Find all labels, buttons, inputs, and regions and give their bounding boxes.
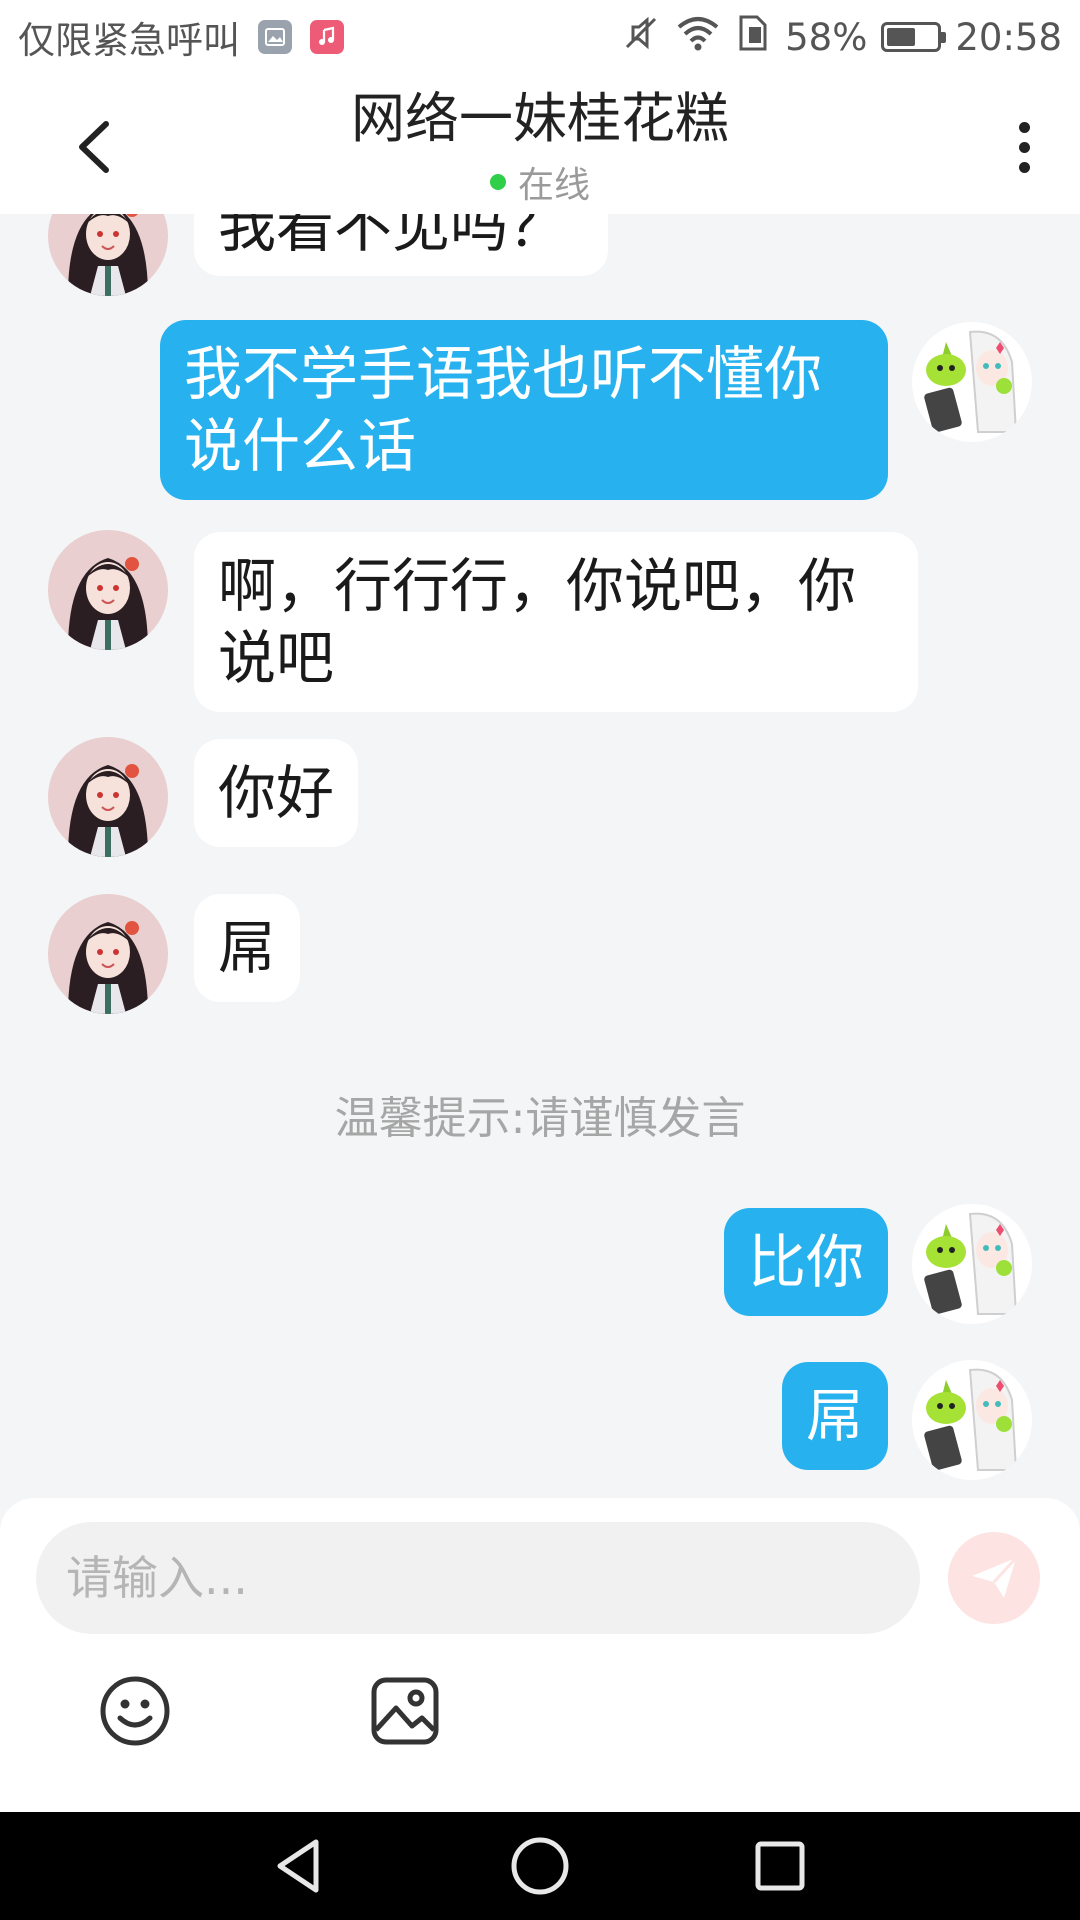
message-bubble-incoming[interactable]: 我看不见吗？	[194, 214, 608, 276]
message-text: 屌	[805, 1382, 864, 1450]
dot-icon	[1018, 141, 1030, 153]
message-text: 我看不见吗？	[218, 214, 567, 260]
nav-home-button[interactable]	[508, 1834, 572, 1898]
back-triangle-icon	[277, 1839, 319, 1893]
contact-avatar[interactable]	[48, 530, 168, 650]
home-circle-icon	[511, 1837, 569, 1895]
image-icon	[371, 1677, 439, 1745]
chat-header: 网络一妹桂花糕 在线	[0, 74, 1080, 214]
my-avatar[interactable]	[912, 1204, 1032, 1324]
contact-avatar[interactable]	[48, 894, 168, 1014]
message-bubble-incoming[interactable]: 屌	[194, 894, 301, 1002]
contact-avatar[interactable]	[48, 737, 168, 857]
message-text: 屌	[218, 914, 277, 982]
music-icon	[310, 20, 344, 54]
wifi-icon	[675, 13, 721, 62]
message-text: 我不学手语我也听不懂你说什么话	[184, 340, 823, 480]
battery-icon	[881, 22, 947, 52]
contact-name: 网络一妹桂花糕	[351, 87, 729, 150]
recents-square-icon	[755, 1841, 805, 1891]
send-button[interactable]	[948, 1532, 1040, 1624]
nav-back-button[interactable]	[268, 1834, 332, 1898]
nav-recents-button[interactable]	[748, 1834, 812, 1898]
message-bubble-outgoing[interactable]: 比你	[723, 1208, 888, 1316]
send-icon	[972, 1556, 1018, 1598]
message-input[interactable]	[36, 1522, 920, 1634]
emoji-icon	[100, 1676, 170, 1746]
dot-icon	[1018, 121, 1030, 133]
battery-percent: 58%	[785, 15, 868, 59]
online-status: 在线	[489, 156, 590, 208]
my-avatar[interactable]	[912, 1360, 1032, 1480]
message-bubble-outgoing[interactable]: 我不学手语我也听不懂你说什么话	[160, 320, 888, 500]
contact-avatar[interactable]	[48, 214, 168, 296]
message-bubble-outgoing[interactable]: 屌	[781, 1362, 888, 1470]
system-navigation-bar	[0, 1812, 1080, 1920]
sim-icon	[735, 13, 771, 62]
gallery-icon	[258, 20, 292, 54]
online-status-text: 在线	[517, 165, 590, 206]
safety-tip: 温馨提示:请谨慎发言	[334, 1093, 746, 1144]
message-bubble-incoming[interactable]: 啊，行行行，你说吧，你说吧	[194, 532, 918, 712]
message-text: 你好	[218, 759, 335, 827]
mute-icon	[621, 13, 661, 62]
message-text: 啊，行行行，你说吧，你说吧	[218, 552, 857, 692]
my-avatar[interactable]	[912, 322, 1032, 442]
carrier-text: 仅限紧急呼叫	[18, 19, 240, 62]
clock: 20:58	[955, 15, 1062, 59]
composer	[0, 1498, 1080, 1812]
message-text: 比你	[747, 1228, 864, 1296]
message-list[interactable]: 我看不见吗？ 我不学手语我也听不懂你说什么话 啊，行行行，你说吧，你说吧 你好 …	[0, 214, 1080, 1499]
dot-icon	[1018, 161, 1030, 173]
emoji-button[interactable]	[98, 1674, 172, 1748]
message-bubble-incoming[interactable]: 你好	[194, 739, 359, 847]
image-button[interactable]	[368, 1674, 442, 1748]
more-options-button[interactable]	[1004, 112, 1044, 182]
status-bar: 仅限紧急呼叫 58% 20:58	[0, 0, 1080, 74]
online-dot-icon	[489, 174, 506, 190]
